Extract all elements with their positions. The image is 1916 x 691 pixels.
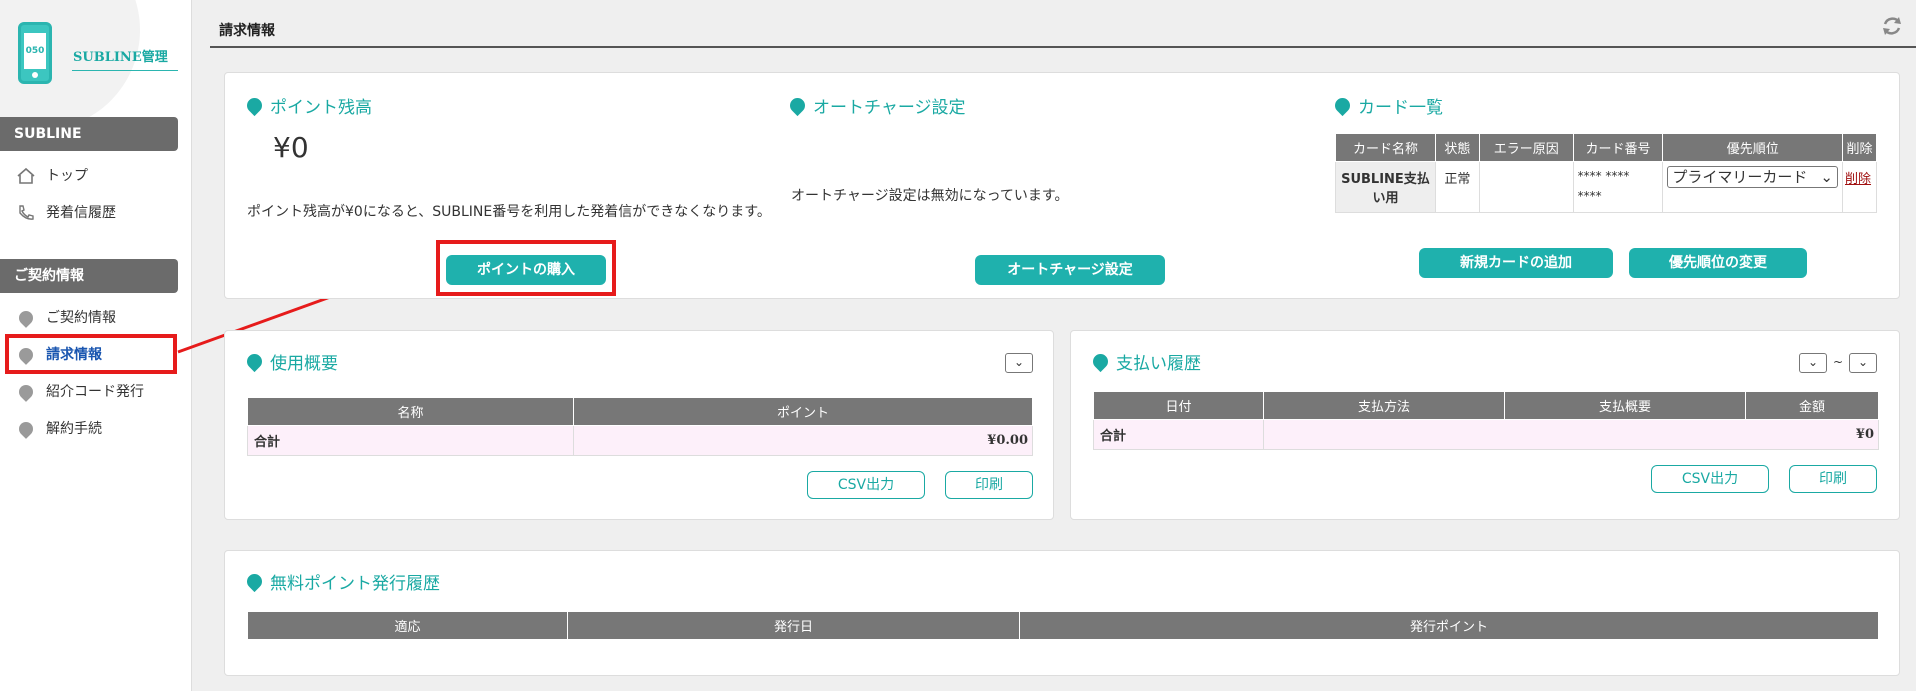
points-title: ポイント残高 [243,93,372,118]
brand-name[interactable]: SUBLINE管理 [73,46,168,65]
free-points-panel: 無料ポイント発行履歴 適応 発行日 発行ポイント [224,550,1900,676]
range-separator: ~ [1833,355,1844,369]
chevron-down-icon: ⌄ [1807,355,1819,369]
pin-icon [16,382,36,402]
table-row: 合計 ¥0 [1093,419,1879,450]
cards-title: カード一覧 [1331,93,1443,118]
table-row: 合計 ¥0.00 [247,425,1033,456]
usage-print-button[interactable]: 印刷 [945,471,1033,499]
payments-table: 日付 支払方法 支払概要 金額 合計 ¥0 [1093,391,1879,450]
payments-from-select[interactable]: ⌄ [1799,353,1827,373]
sidebar-item-contract-info[interactable]: ご契約情報 [16,305,116,331]
point-balance: ¥0 [273,131,309,164]
phone-logo-icon[interactable]: 050 [18,22,52,84]
chevron-down-icon: ⌄ [1857,355,1869,369]
pin-icon [243,570,266,593]
autocharge-status: オートチャージ設定は無効になっています。 [791,188,1069,204]
usage-table: 名称 ポイント 合計 ¥0.00 [247,397,1033,456]
free-points-title: 無料ポイント発行履歴 [243,569,440,594]
highlight-box-buy [436,240,616,296]
logo-number: 050 [24,33,46,69]
free-points-table: 適応 発行日 発行ポイント [247,611,1879,640]
phone-icon [16,203,36,223]
payments-print-button[interactable]: 印刷 [1789,465,1877,493]
pin-icon [1089,350,1112,373]
sidebar-item-top[interactable]: トップ [16,163,88,189]
sidebar-section-contract: ご契約情報 [0,259,178,293]
autocharge-settings-button[interactable]: オートチャージ設定 [975,255,1165,285]
sidebar-item-referral-code[interactable]: 紹介コード発行 [16,379,144,405]
pin-icon [786,94,809,117]
usage-csv-button[interactable]: CSV出力 [807,471,925,499]
autocharge-title: オートチャージ設定 [786,93,966,118]
sidebar-section-subline: SUBLINE [0,117,178,151]
usage-title: 使用概要 [243,349,338,374]
highlight-box-billing [5,334,177,374]
sidebar-item-cancellation[interactable]: 解約手続 [16,416,102,442]
refresh-icon[interactable] [1880,14,1904,38]
chevron-down-icon: ⌄ [1013,355,1025,369]
payments-title: 支払い履歴 [1089,349,1201,374]
sidebar-item-call-history[interactable]: 発着信履歴 [16,200,116,226]
page-title: 請求情報 [219,23,275,39]
table-row: SUBLINE支払い用 正常 **** **** **** プライマリーカード ⌄ … [1335,161,1877,213]
add-card-button[interactable]: 新規カードの追加 [1419,248,1613,278]
usage-panel: 使用概要 ⌄ 名称 ポイント 合計 ¥0.00 CSV出力 印刷 [224,330,1054,520]
pin-icon [243,350,266,373]
home-icon [16,166,36,186]
payments-csv-button[interactable]: CSV出力 [1651,465,1769,493]
change-priority-button[interactable]: 優先順位の変更 [1629,248,1807,278]
pin-icon [16,308,36,328]
points-note: ポイント残高が¥0になると、SUBLINE番号を利用した発着信ができなくなります… [247,204,771,220]
delete-card-link[interactable]: 削除 [1842,161,1877,213]
usage-period-select[interactable]: ⌄ [1005,353,1033,373]
cards-table: カード名称 状態 エラー原因 カード番号 優先順位 削除 SUBLINE支払い用… [1335,133,1877,213]
priority-select[interactable]: プライマリーカード ⌄ [1667,166,1838,188]
payments-to-select[interactable]: ⌄ [1849,353,1877,373]
pin-icon [1331,94,1354,117]
chevron-down-icon: ⌄ [1820,168,1833,186]
payments-panel: 支払い履歴 ⌄ ~ ⌄ 日付 支払方法 支払概要 金額 合計 ¥0 CSV出力 印刷 [1070,330,1900,520]
pin-icon [243,94,266,117]
pin-icon [16,419,36,439]
